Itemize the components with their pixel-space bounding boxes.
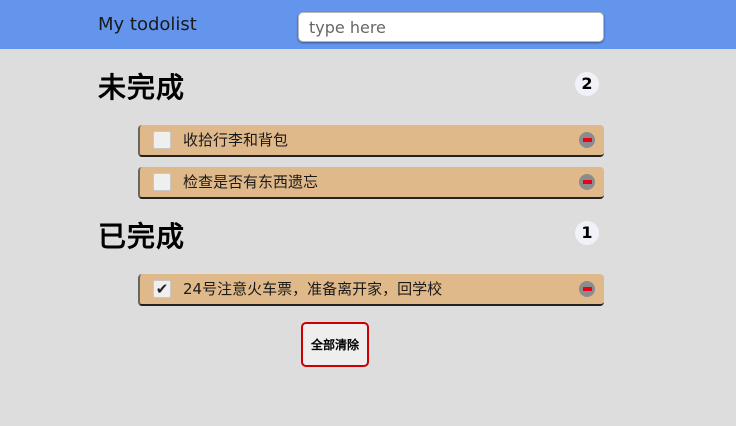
- top-bar: My todolist: [0, 0, 736, 49]
- todo-item: ✔ 24号注意火车票，准备离开家，回学校: [138, 274, 604, 306]
- todo-text: 收拾行李和背包: [183, 131, 289, 149]
- app-title: My todolist: [98, 14, 197, 35]
- clear-all-button[interactable]: 全部清除: [301, 322, 369, 367]
- todo-text: 检查是否有东西遗忘: [183, 173, 319, 191]
- remove-icon[interactable]: [579, 174, 595, 190]
- todo-item: 收拾行李和背包: [138, 125, 604, 157]
- completed-count-badge: 1: [575, 221, 599, 245]
- remove-icon[interactable]: [579, 132, 595, 148]
- todo-checkbox[interactable]: [153, 131, 171, 149]
- checkmark-icon: ✔: [155, 280, 169, 298]
- incomplete-section-title: 未完成: [98, 71, 186, 104]
- todo-checkbox-checked[interactable]: ✔: [153, 280, 171, 298]
- incomplete-count-badge: 2: [575, 72, 599, 96]
- new-todo-input[interactable]: [298, 12, 604, 42]
- remove-icon[interactable]: [579, 281, 595, 297]
- todo-text: 24号注意火车票，准备离开家，回学校: [183, 280, 443, 298]
- completed-section-title: 已完成: [98, 220, 186, 253]
- todo-checkbox[interactable]: [153, 173, 171, 191]
- todo-item: 检查是否有东西遗忘: [138, 167, 604, 199]
